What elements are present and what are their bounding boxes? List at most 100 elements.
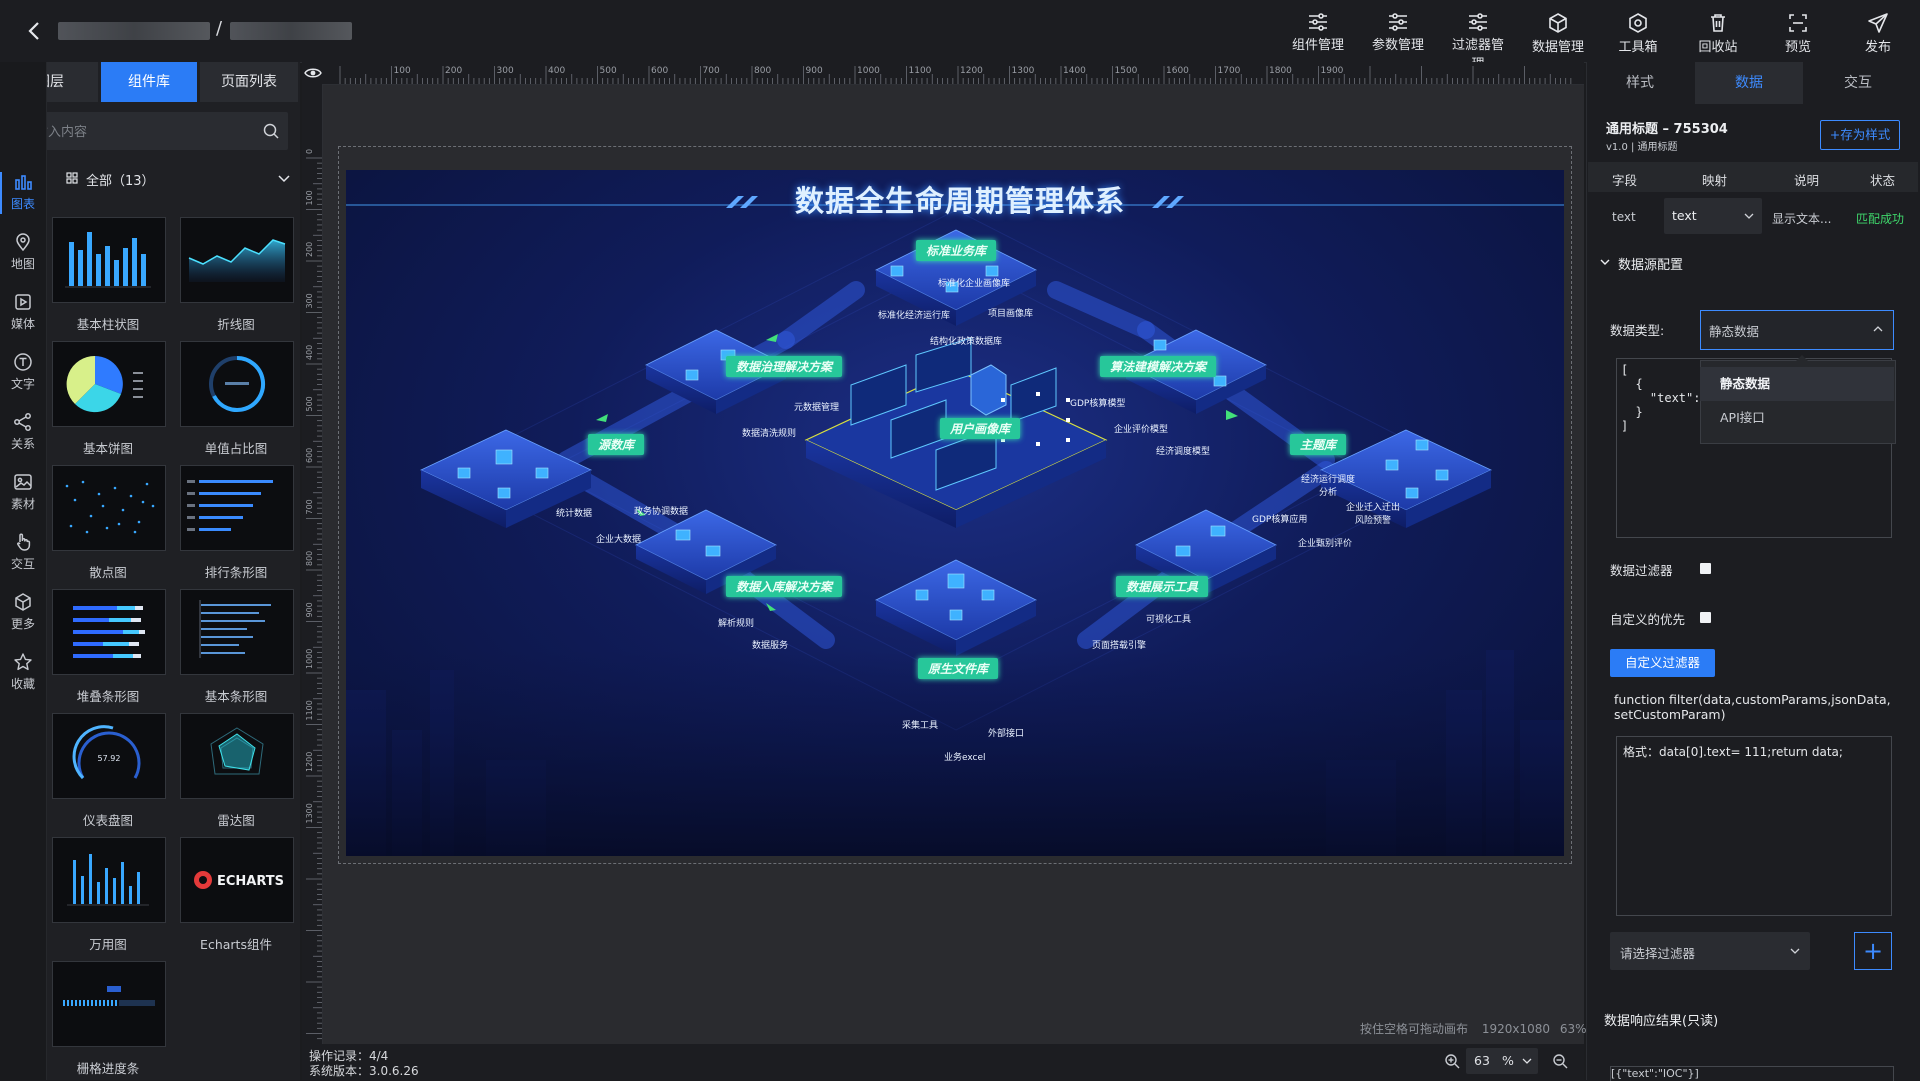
- component-label: 雷达图: [217, 813, 255, 828]
- status-bar: [302, 1044, 1584, 1080]
- hand-icon: [17, 533, 31, 551]
- ruler-label: 1400: [1063, 66, 1086, 76]
- ruler-label: 1700: [1218, 66, 1241, 76]
- component-card-echarts[interactable]: ECHARTS: [180, 837, 294, 923]
- node-label: 结构化政策数据库: [930, 337, 1003, 347]
- component-card-ranking-bar[interactable]: [180, 465, 294, 551]
- back-arrow-icon[interactable]: [22, 18, 48, 44]
- tab-style[interactable]: 样式: [1586, 62, 1694, 104]
- canvas-resolution: 1920x1080: [1481, 1022, 1551, 1036]
- tool-publish[interactable]: 发布: [1846, 6, 1910, 56]
- field-status-cell: 匹配成功: [1856, 212, 1905, 226]
- node-label: GDP核算模型: [1070, 399, 1126, 409]
- zoom-out-icon[interactable]: [1444, 1053, 1460, 1069]
- save-style-button[interactable]: +存为样式: [1820, 120, 1900, 150]
- sliders-icon: [1469, 13, 1487, 31]
- tab-page-list[interactable]: 页面列表: [200, 62, 298, 102]
- component-card-radar[interactable]: [180, 713, 294, 799]
- search-input[interactable]: [20, 112, 254, 152]
- dropdown-option-api[interactable]: API接口: [1700, 401, 1894, 435]
- rail-label: 关系: [10, 437, 35, 451]
- custom-filter-button[interactable]: 自定义过滤器: [1610, 649, 1715, 677]
- node-label: 元数据管理: [794, 403, 840, 413]
- ruler-label: 800: [754, 66, 771, 76]
- rail-item-interact[interactable]: 交互: [0, 524, 46, 584]
- ruler-label: 300: [305, 293, 314, 308]
- media-icon: [15, 294, 31, 310]
- mapping-select[interactable]: text: [1664, 198, 1762, 234]
- component-card-gauge[interactable]: 57.92: [52, 713, 166, 799]
- tool-toolbox[interactable]: 工具箱: [1606, 6, 1670, 56]
- rail-item-media[interactable]: 媒体: [0, 284, 46, 344]
- component-label: 单值占比图: [204, 441, 268, 456]
- node-label: 可视化工具: [1146, 615, 1192, 625]
- custom-priority-checkbox[interactable]: [1700, 612, 1711, 623]
- canvas-hint: 按住空格可拖动画布 1920x1080 63%: [1360, 1020, 1587, 1037]
- ruler-label: 700: [305, 499, 314, 514]
- node-label: 采集工具: [902, 721, 939, 731]
- tab-data[interactable]: 数据: [1695, 62, 1803, 104]
- tool-recycle-bin[interactable]: 回收站: [1686, 6, 1750, 56]
- rail-item-material[interactable]: 素材: [0, 464, 46, 524]
- component-card-basic-bar[interactable]: [52, 217, 166, 303]
- zoom-minus-icon[interactable]: [1552, 1053, 1568, 1069]
- node-label: 企业迁入迁出风险预警: [1345, 503, 1400, 526]
- rail-item-text[interactable]: 文字: [0, 344, 46, 404]
- component-label: 仪表盘图: [82, 813, 133, 828]
- eye-icon[interactable]: [304, 64, 322, 82]
- tab-component-library[interactable]: 组件库: [101, 62, 197, 102]
- text-icon: [14, 353, 32, 371]
- data-type-select[interactable]: 静态数据: [1700, 310, 1894, 350]
- component-card-universal[interactable]: [52, 837, 166, 923]
- component-card-basic-pie[interactable]: [52, 341, 166, 427]
- component-label: 排行条形图: [204, 565, 268, 580]
- tool-filter-manage[interactable]: 过滤器管理: [1446, 6, 1510, 72]
- ruler-label: 500: [305, 396, 314, 411]
- rail-label: 交互: [10, 557, 35, 571]
- search-icon[interactable]: [262, 122, 280, 140]
- ruler-label: 100: [394, 66, 411, 76]
- component-card-scatter[interactable]: [52, 465, 166, 551]
- component-card-stacked-bar[interactable]: [52, 589, 166, 675]
- canvas-zoom-readout: 63%: [1559, 1022, 1587, 1036]
- rail-item-more[interactable]: 更多: [0, 584, 46, 644]
- node-label: 标准化企业画像库: [938, 279, 1011, 289]
- echarts-logo-text: ECHARTS: [217, 874, 284, 889]
- ruler-label: 1500: [1115, 66, 1138, 76]
- rail-item-favorites[interactable]: 收藏: [0, 644, 46, 704]
- filter-code-editor[interactable]: 格式：data[0].text= 111;return data;: [1616, 736, 1892, 916]
- breadcrumb-page-blurred[interactable]: [230, 22, 352, 40]
- dropdown-option-static[interactable]: 静态数据: [1700, 367, 1894, 401]
- filter-signature: function filter(data,customParams,jsonDa…: [1614, 692, 1891, 722]
- ruler-label: 1000: [857, 66, 880, 76]
- node-label: 经济调度模型: [1156, 447, 1211, 457]
- node-label: 解析规则: [718, 619, 755, 629]
- zoom-select[interactable]: 63 %: [1466, 1048, 1538, 1074]
- column-header-desc: 说明: [1794, 173, 1820, 188]
- share-icon: [14, 413, 31, 431]
- rail-item-map[interactable]: 地图: [0, 224, 46, 284]
- rail-label: 素材: [10, 497, 35, 511]
- ruler-label: 200: [305, 242, 314, 257]
- ruler-label: 200: [445, 66, 462, 76]
- breadcrumb-project-blurred[interactable]: [58, 22, 210, 40]
- tool-param-manage[interactable]: 参数管理: [1366, 6, 1430, 56]
- rail-item-relation[interactable]: 关系: [0, 404, 46, 464]
- component-card-single-value-ratio[interactable]: [180, 341, 294, 427]
- tool-preview[interactable]: 预览: [1766, 6, 1830, 56]
- data-filter-checkbox[interactable]: [1700, 563, 1711, 574]
- node-label: GDP核算应用: [1252, 515, 1308, 525]
- filter-select-placeholder: 请选择过滤器: [1620, 946, 1696, 961]
- filter-select[interactable]: 请选择过滤器: [1610, 932, 1810, 970]
- component-card-grid-progress[interactable]: [52, 961, 166, 1047]
- tab-interaction[interactable]: 交互: [1804, 62, 1912, 104]
- component-label: 万用图: [89, 937, 127, 952]
- component-card-line[interactable]: [180, 217, 294, 303]
- component-card-basic-bar-h[interactable]: [180, 589, 294, 675]
- node-tag: 数据治理解决方案: [726, 356, 843, 377]
- tool-component-manage[interactable]: 组件管理: [1286, 6, 1350, 56]
- tool-data-manage[interactable]: 数据管理: [1526, 6, 1590, 56]
- node-label: 经济运行调度分析: [1300, 475, 1355, 498]
- add-filter-button[interactable]: +: [1854, 932, 1892, 970]
- response-result-box: [{"text":"IOC"}]: [1610, 1066, 1894, 1081]
